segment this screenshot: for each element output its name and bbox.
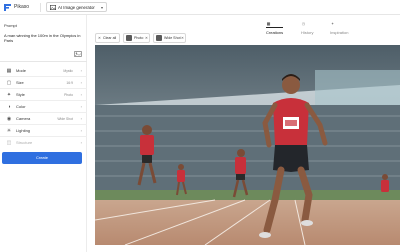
pikaso-logo-icon[interactable]	[4, 4, 11, 11]
sparkle-icon: ✦	[330, 21, 335, 26]
setting-color[interactable]: ◑ Color ›	[0, 101, 87, 113]
sprinter-photo	[95, 45, 400, 245]
structure-icon: ◫	[6, 140, 12, 146]
setting-label: Size	[16, 80, 24, 85]
setting-value: 16:9	[66, 81, 73, 85]
lighting-icon: ☀	[6, 128, 12, 134]
grid-icon: ▦	[266, 21, 271, 26]
prompt-divider	[0, 61, 87, 62]
chevron-right-icon: ›	[80, 116, 82, 121]
chevron-right-icon: ›	[80, 140, 82, 145]
setting-label: Camera	[16, 116, 31, 121]
setting-label: Mode	[16, 68, 27, 73]
app-name: Pikaso	[14, 4, 30, 10]
tab-label: Creations	[266, 30, 284, 35]
tab-inspiration[interactable]: ✦ Inspiration	[330, 19, 348, 35]
filter-chip-wide-shot[interactable]: Wide Shot ✕	[153, 33, 186, 43]
prompt-input[interactable]: A man winning the 100m in the Olympics i…	[4, 33, 82, 43]
setting-value: Mystic	[63, 69, 73, 73]
tab-label: History	[301, 30, 314, 35]
generated-image[interactable]	[95, 45, 400, 245]
style-icon: ✦	[6, 92, 12, 98]
mode-icon: ▦	[6, 68, 12, 74]
generator-select-label: AI Image generator	[58, 5, 95, 10]
chevron-right-icon: ›	[80, 92, 82, 97]
settings-sidebar: Prompt A man winning the 100m in the Oly…	[0, 15, 87, 252]
chip-label: Wide Shot	[164, 36, 181, 40]
clock-icon: ◷	[301, 21, 306, 26]
tab-label: Inspiration	[330, 30, 349, 35]
close-icon[interactable]: ✕	[145, 34, 148, 42]
setting-camera[interactable]: ◉ Camera Wide Shot ›	[0, 113, 87, 125]
chip-thumbnail	[156, 35, 162, 41]
chevron-right-icon: ›	[80, 128, 82, 133]
tab-creations[interactable]: ▦ Creations	[266, 19, 284, 35]
top-bar: Pikaso AI Image generator ▾	[0, 0, 400, 15]
chevron-down-icon: ▾	[101, 5, 104, 10]
chip-thumbnail	[126, 35, 132, 41]
color-icon: ◑	[7, 104, 11, 110]
clear-all-label: Clear all	[103, 36, 117, 40]
create-button[interactable]: Create	[2, 152, 82, 164]
setting-size[interactable]: ▢ Size 16:9 ›	[0, 77, 87, 89]
setting-value: Photo	[64, 93, 73, 97]
setting-label: Style	[16, 92, 25, 97]
prompt-title: Prompt	[4, 23, 17, 28]
setting-label: Color	[16, 104, 26, 109]
camera-icon: ◉	[6, 116, 12, 122]
chevron-right-icon: ›	[80, 80, 82, 85]
header-divider	[40, 3, 41, 12]
image-icon	[50, 5, 56, 10]
clear-all-button[interactable]: ✕ Clear all	[95, 33, 120, 43]
generator-select[interactable]: AI Image generator ▾	[46, 2, 107, 12]
size-icon: ▢	[6, 80, 12, 86]
setting-style[interactable]: ✦ Style Photo ›	[0, 89, 87, 101]
chevron-right-icon: ›	[80, 104, 82, 109]
tab-history[interactable]: ◷ History	[301, 19, 313, 35]
setting-lighting[interactable]: ☀ Lighting ›	[0, 125, 87, 137]
setting-structure[interactable]: ◫ Structure ›	[0, 137, 87, 149]
setting-label: Structure	[16, 140, 33, 145]
close-icon: ✕	[98, 36, 102, 40]
close-icon[interactable]: ✕	[181, 34, 184, 42]
prompt-image-icon[interactable]	[74, 51, 82, 57]
setting-mode[interactable]: ▦ Mode Mystic ›	[0, 65, 87, 77]
setting-label: Lighting	[16, 128, 31, 133]
setting-value: Wide Shot	[57, 117, 73, 121]
chevron-right-icon: ›	[80, 68, 82, 73]
chip-label: Photo	[134, 36, 144, 40]
filter-chip-photo[interactable]: Photo ✕	[123, 33, 150, 43]
